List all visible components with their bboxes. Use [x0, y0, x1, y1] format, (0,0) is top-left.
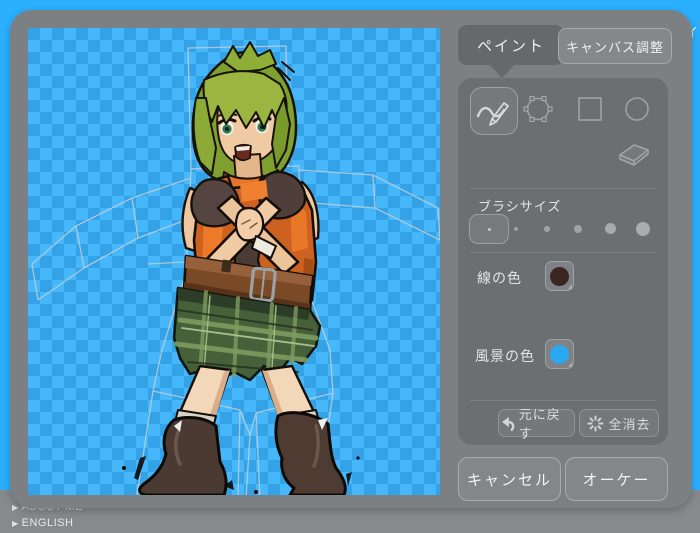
- brush-size-dot[interactable]: [636, 222, 650, 236]
- divider: [470, 252, 656, 253]
- ok-label: オーケー: [582, 469, 650, 490]
- ellipse-icon: [624, 96, 650, 122]
- ellipse-tool-button[interactable]: [624, 96, 650, 122]
- brush-size-dot-smallest: [488, 228, 491, 231]
- tab-pointer: [489, 64, 515, 78]
- paint-tool-panel: ブラシサイズ 線の色 風景の色 元に戻す: [458, 78, 668, 445]
- polygon-icon: [520, 91, 556, 127]
- background-color-swatch[interactable]: [545, 339, 574, 369]
- divider: [470, 188, 656, 189]
- swatch-expand-arrow-icon: [568, 362, 572, 367]
- brush-size-dot[interactable]: [514, 227, 518, 231]
- eraser-icon: [616, 140, 652, 168]
- undo-arrow-icon: [499, 415, 515, 432]
- pen-squiggle-icon: [471, 88, 516, 133]
- background-color-label: 風景の色: [475, 346, 535, 366]
- rectangle-icon: [577, 96, 603, 122]
- rectangle-tool-button[interactable]: [577, 96, 603, 122]
- triangle-bullet-icon: ▶: [12, 519, 19, 528]
- tab-canvas-adjust-label: キャンバス調整: [566, 37, 664, 56]
- paint-dialog: ペイント キャンバス調整: [10, 10, 692, 508]
- tab-canvas-adjust[interactable]: キャンバス調整: [558, 28, 672, 64]
- undo-label: 元に戻す: [519, 404, 574, 442]
- cancel-label: キャンセル: [467, 469, 552, 490]
- freehand-tool-button[interactable]: [470, 87, 518, 135]
- tab-paint[interactable]: ペイント: [458, 25, 564, 65]
- brush-size-selected[interactable]: [469, 214, 509, 244]
- character-illustration: [28, 28, 440, 495]
- drawing-canvas[interactable]: [28, 28, 440, 495]
- swatch-expand-arrow-icon: [568, 284, 572, 289]
- divider: [470, 400, 656, 401]
- brush-size-dot[interactable]: [544, 226, 550, 232]
- brush-size-label: ブラシサイズ: [478, 196, 561, 215]
- page: { "dialog": { "tabs": { "paint": "ペイント",…: [0, 0, 700, 533]
- english-label: ENGLISH: [22, 517, 74, 529]
- tab-paint-label: ペイント: [477, 35, 545, 56]
- brush-size-dot[interactable]: [574, 225, 582, 233]
- background-color-circle: [550, 345, 569, 364]
- character-painting: [122, 42, 360, 495]
- line-color-circle: [550, 267, 569, 286]
- brush-size-dot[interactable]: [605, 223, 616, 234]
- clear-all-button[interactable]: 全消去: [579, 409, 659, 437]
- clear-all-label: 全消去: [608, 414, 650, 433]
- polygon-tool-button[interactable]: [520, 91, 556, 127]
- undo-button[interactable]: 元に戻す: [498, 409, 575, 437]
- burst-icon: [587, 415, 604, 432]
- english-link[interactable]: ▶ENGLISH: [12, 517, 73, 529]
- triangle-bullet-icon: ▶: [12, 503, 19, 512]
- cancel-button[interactable]: キャンセル: [458, 457, 561, 501]
- line-color-label: 線の色: [477, 268, 522, 288]
- line-color-swatch[interactable]: [545, 261, 574, 291]
- eraser-tool-button[interactable]: [616, 140, 652, 168]
- ok-button[interactable]: オーケー: [565, 457, 668, 501]
